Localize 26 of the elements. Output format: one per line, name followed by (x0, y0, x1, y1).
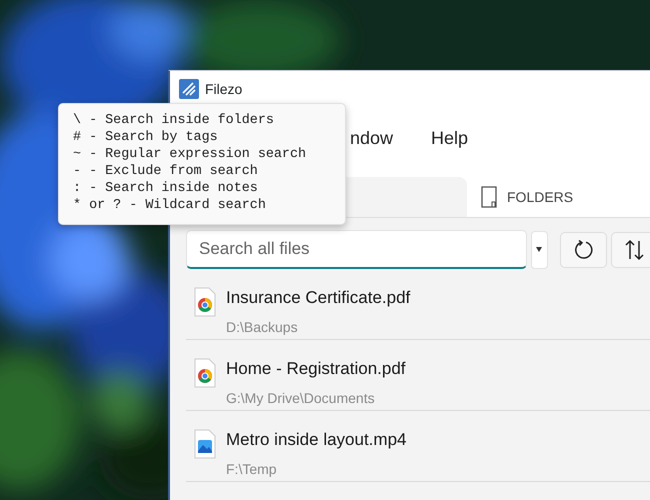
tooltip-line: : - Search inside notes (73, 180, 259, 197)
caret-icon (536, 247, 542, 252)
sort-button[interactable] (611, 232, 650, 268)
file-path: F:\Temp (226, 460, 278, 479)
dropdown-button[interactable] (530, 230, 548, 268)
tooltip-line: # - Search by tags (73, 129, 219, 146)
pdf-file-icon (194, 358, 216, 388)
window-title: Filezo (205, 80, 242, 98)
sort-icon (624, 238, 646, 260)
file-name[interactable]: Metro inside layout.mp4 (226, 429, 406, 451)
file-name[interactable]: Home - Registration.pdf (226, 358, 406, 380)
file-path: G:\My Drive\Documents (226, 389, 376, 408)
tooltip-line: ~ - Regular expression search (73, 146, 308, 163)
refresh-icon (572, 238, 595, 260)
pdf-file-icon (194, 287, 216, 317)
file-path: D:\Backups (226, 318, 299, 337)
search-field[interactable]: Search all files (186, 230, 527, 269)
tooltip-line: * or ? - Wildcard search (73, 197, 267, 214)
refresh-button[interactable] (560, 232, 608, 268)
file-name[interactable]: Insurance Certificate.pdf (226, 287, 410, 309)
tooltip-line: \ - Search inside folders (73, 112, 275, 129)
image-file-icon (194, 429, 216, 459)
menu-item[interactable]: Help (431, 124, 468, 152)
menu-item[interactable]: ndow (350, 124, 394, 152)
app-logo-icon (179, 79, 199, 99)
tooltip-line: - - Exclude from search (73, 163, 259, 180)
